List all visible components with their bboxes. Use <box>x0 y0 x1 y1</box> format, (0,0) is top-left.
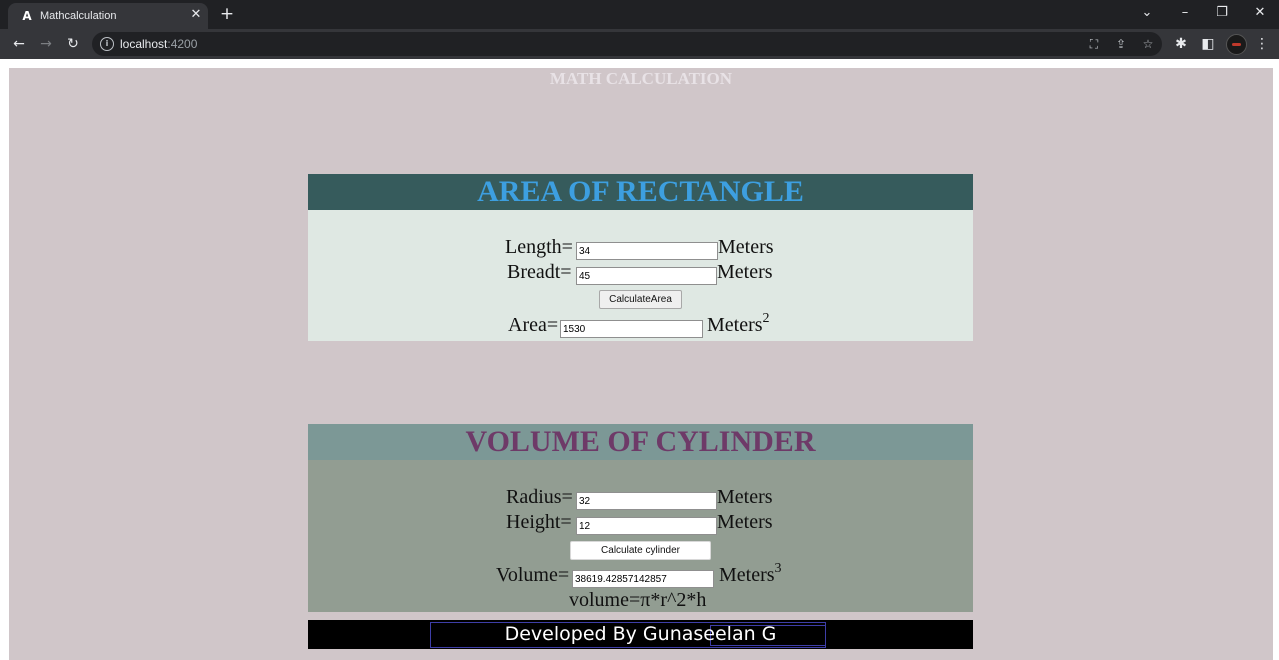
radius-label: Radius= <box>506 486 573 508</box>
restore-icon[interactable]: ❐ <box>1213 5 1231 21</box>
breadth-unit: Meters <box>717 261 773 283</box>
breadth-row: Breadt= Meters <box>308 260 973 285</box>
area-unit-exponent: 2 <box>762 311 770 326</box>
minimize-icon[interactable]: – <box>1176 5 1194 21</box>
calculate-area-button[interactable]: CalculateArea <box>599 290 682 309</box>
browser-tab-strip: A Mathcalculation ✕ + ⌄ – ❐ ✕ <box>0 0 1279 29</box>
angular-favicon-icon: A <box>22 9 32 23</box>
length-label: Length= <box>505 236 573 258</box>
height-unit: Meters <box>717 511 773 533</box>
area-output[interactable] <box>560 320 703 338</box>
profile-avatar[interactable] <box>1226 34 1247 55</box>
length-row: Length= Meters <box>308 235 973 260</box>
radius-input[interactable] <box>576 492 717 510</box>
calculate-cylinder-button[interactable]: Calculate cylinder <box>570 541 711 560</box>
arrow-left-icon[interactable]: ← <box>10 35 28 53</box>
volume-unit-text: Meters <box>719 564 775 586</box>
radius-row: Radius= Meters <box>308 485 973 510</box>
rectangle-form: Length= Meters Breadt= Meters CalculateA… <box>308 210 973 341</box>
formula-row: volume=π*r^2*h <box>308 588 973 612</box>
cylinder-heading: VOLUME OF CYLINDER <box>308 424 973 460</box>
length-input[interactable] <box>576 242 718 260</box>
page-content: MATH CALCULATION AREA OF RECTANGLE Lengt… <box>9 68 1273 660</box>
volume-label: Volume= <box>496 564 570 586</box>
height-label: Height= <box>506 511 572 533</box>
height-row: Height= Meters <box>308 510 973 535</box>
radius-unit: Meters <box>717 486 773 508</box>
star-icon[interactable]: ☆ <box>1140 35 1156 53</box>
area-unit: Meters2 <box>707 311 770 337</box>
footer-credit: Developed By Gunaseelan G <box>504 623 777 645</box>
reload-icon[interactable]: ↻ <box>64 35 82 53</box>
height-input[interactable] <box>576 517 717 535</box>
volume-unit: Meters3 <box>719 561 782 587</box>
breadth-input[interactable] <box>576 267 717 285</box>
new-tab-icon[interactable]: + <box>218 4 236 24</box>
translate-icon[interactable]: ⛶ <box>1086 35 1102 53</box>
rectangle-heading: AREA OF RECTANGLE <box>308 174 973 210</box>
page-title: MATH CALCULATION <box>549 69 733 88</box>
arrow-right-icon[interactable]: → <box>37 35 55 53</box>
kebab-menu-icon[interactable]: ⋮ <box>1253 35 1271 53</box>
cylinder-form: Radius= Meters Height= Meters Calculate … <box>308 460 973 612</box>
url-host: localhost <box>120 37 168 51</box>
tab-close-icon[interactable]: ✕ <box>188 7 204 23</box>
area-label: Area= <box>508 314 559 336</box>
breadth-label: Breadt= <box>507 261 572 283</box>
info-icon[interactable]: i <box>100 37 114 51</box>
browser-toolbar: ← → ↻ i localhost:4200 ⛶ ⇪ ☆ ✱ ◧ ⋮ <box>0 29 1279 59</box>
cylinder-panel: VOLUME OF CYLINDER Radius= Meters Height… <box>308 424 973 612</box>
address-bar[interactable]: i localhost:4200 ⛶ ⇪ ☆ <box>92 32 1162 56</box>
volume-unit-exponent: 3 <box>774 561 782 576</box>
area-row: Area= Meters2 <box>308 311 973 338</box>
area-unit-text: Meters <box>707 314 763 336</box>
share-icon[interactable]: ⇪ <box>1113 35 1129 53</box>
rectangle-panel: AREA OF RECTANGLE Length= Meters Breadt=… <box>308 174 973 341</box>
browser-tab[interactable]: A Mathcalculation ✕ <box>8 3 208 29</box>
volume-formula: volume=π*r^2*h <box>569 589 707 611</box>
volume-row: Volume= Meters3 <box>308 561 973 588</box>
volume-output[interactable] <box>572 570 714 588</box>
side-panel-icon[interactable]: ◧ <box>1199 35 1217 53</box>
tab-title: Mathcalculation <box>40 10 117 22</box>
url-text: localhost:4200 <box>120 37 197 51</box>
url-port: :4200 <box>167 37 198 51</box>
footer: Developed By Gunaseelan G <box>308 620 973 649</box>
close-window-icon[interactable]: ✕ <box>1251 5 1269 21</box>
puzzle-icon[interactable]: ✱ <box>1172 35 1190 53</box>
tab-search-icon[interactable]: ⌄ <box>1138 5 1156 21</box>
length-unit: Meters <box>718 236 774 258</box>
